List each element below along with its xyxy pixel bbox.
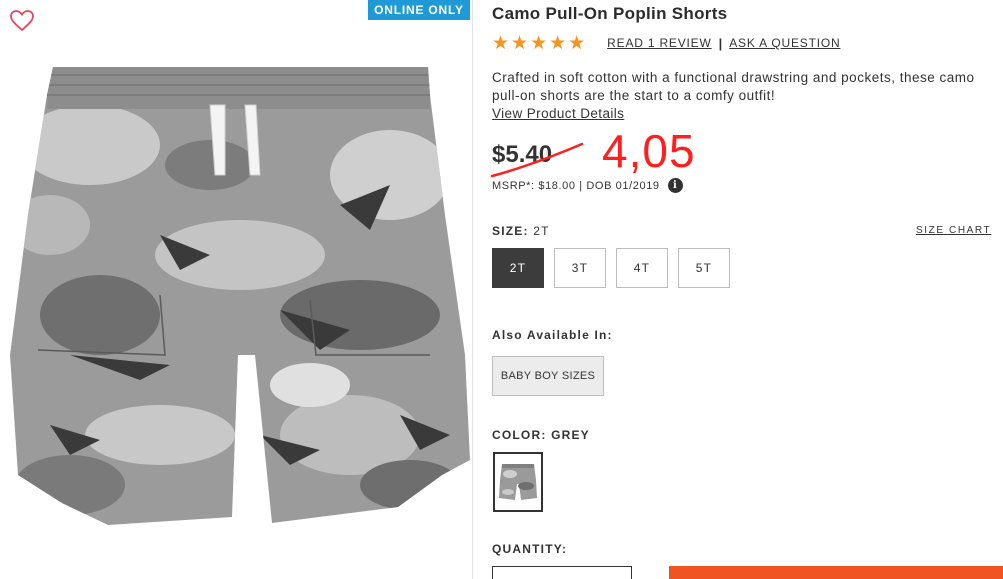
- product-title: Camo Pull-On Poplin Shorts: [492, 4, 728, 23]
- rating-row: ★★★★★ READ 1 REVIEW | ASK A QUESTION: [492, 32, 840, 54]
- baby-boy-sizes-button[interactable]: BABY BOY SIZES: [492, 356, 604, 396]
- color-label-text: COLOR:: [492, 428, 547, 442]
- size-options: 2T 3T 4T 5T: [492, 248, 730, 288]
- quantity-select[interactable]: [492, 566, 632, 579]
- color-swatch-grey[interactable]: [493, 452, 543, 512]
- msrp-text: MSRP*: $18.00 | DOB 01/2019: [492, 179, 660, 192]
- product-image[interactable]: [10, 55, 470, 535]
- favorite-button[interactable]: [10, 10, 34, 32]
- selected-color-value: GREY: [551, 428, 590, 442]
- swatch-thumbnail: [499, 464, 537, 500]
- quantity-label: QUANTITY:: [492, 542, 568, 556]
- msrp-row: MSRP*: $18.00 | DOB 01/2019 i: [492, 178, 683, 193]
- link-separator: |: [718, 35, 723, 51]
- size-label-text: SIZE:: [492, 224, 529, 238]
- rating-stars[interactable]: ★★★★★: [492, 32, 587, 55]
- add-to-bag-button[interactable]: [669, 566, 1003, 579]
- product-image-panel: ONLINE ONLY: [0, 0, 473, 579]
- size-option-3t[interactable]: 3T: [554, 248, 606, 288]
- size-label: SIZE: 2T: [492, 224, 550, 238]
- heart-outline-icon: [10, 10, 34, 32]
- price-strike-mark: [490, 142, 584, 178]
- size-option-2t[interactable]: 2T: [492, 248, 544, 288]
- size-chart-link[interactable]: SIZE CHART: [916, 225, 991, 236]
- info-icon[interactable]: i: [667, 178, 683, 193]
- read-review-link[interactable]: READ 1 REVIEW: [607, 36, 711, 50]
- handwritten-new-price: 4,05: [602, 125, 696, 177]
- view-product-details-link[interactable]: View Product Details: [492, 106, 624, 121]
- online-only-badge: ONLINE ONLY: [368, 0, 470, 20]
- product-description: Crafted in soft cotton with a functional…: [492, 70, 975, 103]
- product-details: Camo Pull-On Poplin Shorts ★★★★★ READ 1 …: [490, 0, 1003, 579]
- selected-size-value: 2T: [533, 224, 550, 238]
- also-available-label: Also Available In:: [492, 328, 613, 342]
- size-option-5t[interactable]: 5T: [678, 248, 730, 288]
- size-option-4t[interactable]: 4T: [616, 248, 668, 288]
- color-label: COLOR: GREY: [492, 428, 590, 442]
- ask-question-link[interactable]: ASK A QUESTION: [729, 36, 840, 50]
